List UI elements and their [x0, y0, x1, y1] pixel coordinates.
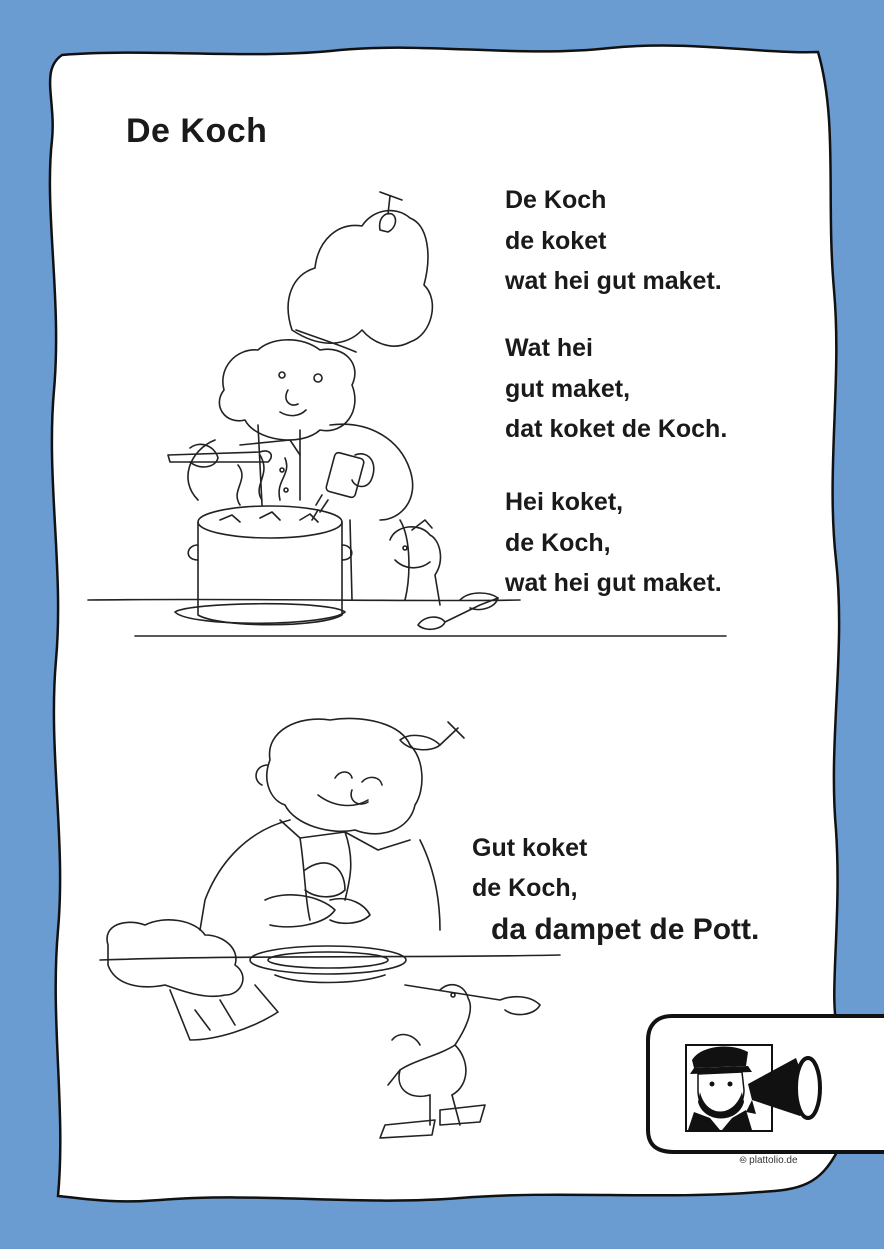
- cc-license-icon: 🅭: [740, 1155, 747, 1166]
- footer-credit: 🅭 plattolio.de: [740, 1155, 798, 1167]
- footer-site: plattolio.de: [749, 1155, 798, 1166]
- captain-megaphone-icon: [646, 1014, 884, 1154]
